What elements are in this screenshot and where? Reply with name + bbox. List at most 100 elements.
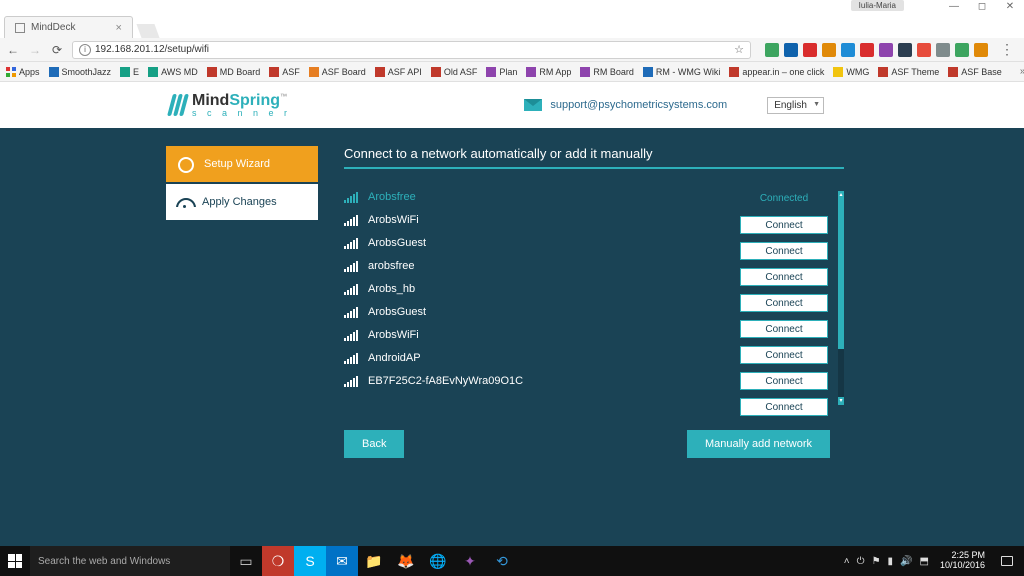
support-email-text: support@psychometricsystems.com: [550, 99, 727, 111]
nav-forward-button[interactable]: →: [28, 43, 42, 57]
taskbar-clock[interactable]: 2:25 PM 10/10/2016: [936, 551, 989, 571]
address-bar[interactable]: i 192.168.201.12/setup/wifi ☆: [72, 41, 751, 59]
bookmark-item[interactable]: Old ASF: [431, 67, 478, 77]
nav-back-button[interactable]: ←: [6, 43, 20, 57]
language-select[interactable]: English: [767, 97, 824, 114]
tray-icon[interactable]: ⬒: [920, 556, 929, 567]
window-close-button[interactable]: ✕: [996, 0, 1024, 14]
bookmark-item[interactable]: ASF Theme: [878, 67, 939, 77]
tab-close-icon[interactable]: ×: [115, 22, 121, 34]
back-button[interactable]: Back: [344, 430, 404, 458]
bookmark-item[interactable]: MD Board: [207, 67, 261, 77]
network-list: Arobsfree ArobsWiFi ArobsGuest arobsfree Aro…: [344, 191, 730, 416]
windows-logo-icon: [8, 554, 22, 568]
bookmark-apps[interactable]: Apps: [6, 67, 40, 77]
extension-icon[interactable]: [860, 43, 874, 57]
connect-button[interactable]: Connect: [740, 294, 828, 312]
connect-button[interactable]: Connect: [740, 242, 828, 260]
extension-icon[interactable]: [784, 43, 798, 57]
favicon-icon: [207, 67, 217, 77]
bookmark-item[interactable]: RM - WMG Wiki: [643, 67, 720, 77]
browser-tab[interactable]: MindDeck ×: [4, 16, 133, 38]
action-center-button[interactable]: [996, 546, 1018, 576]
tray-icon[interactable]: ⏻: [857, 556, 865, 567]
extension-icon[interactable]: [765, 43, 779, 57]
window-maximize-button[interactable]: ◻: [968, 0, 996, 14]
bookmark-item[interactable]: ASF: [269, 67, 300, 77]
task-view-button[interactable]: ▭: [230, 546, 262, 576]
extension-icon[interactable]: [917, 43, 931, 57]
connect-button[interactable]: Connect: [740, 346, 828, 364]
sidebar-item-label: Setup Wizard: [204, 158, 270, 170]
bookmark-item[interactable]: ASF Base: [948, 67, 1002, 77]
bookmark-item[interactable]: ASF Board: [309, 67, 366, 77]
network-row[interactable]: arobsfree: [344, 260, 730, 272]
taskbar-app-icon[interactable]: ❍: [262, 546, 294, 576]
extension-icon[interactable]: [955, 43, 969, 57]
network-row[interactable]: ArobsWiFi: [344, 329, 730, 341]
scroll-down-icon[interactable]: ▾: [838, 397, 844, 405]
support-email-link[interactable]: support@psychometricsystems.com: [524, 99, 727, 111]
bookmark-item[interactable]: Plan: [486, 67, 517, 77]
extension-icon[interactable]: [974, 43, 988, 57]
favicon-icon: [643, 67, 653, 77]
extension-icon[interactable]: [898, 43, 912, 57]
connect-button[interactable]: Connect: [740, 398, 828, 416]
bookmarks-overflow-button[interactable]: »: [1020, 66, 1024, 77]
taskbar-apps: ▭ ❍ S ✉ 📁 🦊 🌐 ✦ ⟲: [230, 546, 518, 576]
sidebar-item-apply-changes[interactable]: Apply Changes: [166, 184, 318, 220]
app-logo[interactable]: MindSpring™ s c a n n e r: [170, 93, 291, 118]
wizard-footer: Back Manually add network: [344, 430, 844, 458]
bookmark-item[interactable]: RM App: [526, 67, 571, 77]
bookmark-item[interactable]: AWS MD: [148, 67, 198, 77]
network-row[interactable]: Arobs_hb: [344, 283, 730, 295]
taskbar-search-input[interactable]: Search the web and Windows: [30, 546, 230, 576]
bookmark-item[interactable]: WMG: [833, 67, 869, 77]
bookmark-item[interactable]: RM Board: [580, 67, 634, 77]
bookmark-item[interactable]: appear.in – one click: [729, 67, 824, 77]
extension-icon[interactable]: [879, 43, 893, 57]
network-scrollbar[interactable]: ▴ ▾: [838, 191, 844, 405]
taskbar-app-icon[interactable]: ⟲: [486, 546, 518, 576]
bookmark-item[interactable]: SmoothJazz: [49, 67, 112, 77]
network-status-connected: Connected: [740, 191, 828, 207]
taskbar-app-icon[interactable]: ✦: [454, 546, 486, 576]
scroll-thumb[interactable]: [838, 199, 844, 349]
new-tab-button[interactable]: [136, 24, 159, 38]
taskbar-app-icon[interactable]: ✉: [326, 546, 358, 576]
start-button[interactable]: [0, 546, 30, 576]
manually-add-network-button[interactable]: Manually add network: [687, 430, 830, 458]
network-row[interactable]: Arobsfree: [344, 191, 730, 203]
connect-button[interactable]: Connect: [740, 268, 828, 286]
extension-icon[interactable]: [936, 43, 950, 57]
network-row[interactable]: AndroidAP: [344, 352, 730, 364]
bookmark-item[interactable]: ASF API: [375, 67, 422, 77]
network-row[interactable]: EB7F25C2-fA8EvNyWra09O1C: [344, 375, 730, 387]
taskbar-app-icon[interactable]: 📁: [358, 546, 390, 576]
taskbar-app-icon[interactable]: 🌐: [422, 546, 454, 576]
extension-icon[interactable]: [841, 43, 855, 57]
sidebar-item-setup-wizard[interactable]: Setup Wizard: [166, 146, 318, 182]
extension-icon[interactable]: [803, 43, 817, 57]
network-row[interactable]: ArobsGuest: [344, 306, 730, 318]
taskbar-app-icon[interactable]: S: [294, 546, 326, 576]
nav-reload-button[interactable]: ⟳: [50, 43, 64, 57]
tray-chevron-up-icon[interactable]: ˄: [844, 556, 850, 567]
bookmark-item[interactable]: E: [120, 67, 139, 77]
tray-network-icon[interactable]: ▮: [888, 556, 894, 567]
network-row[interactable]: ArobsGuest: [344, 237, 730, 249]
network-row[interactable]: ArobsWiFi: [344, 214, 730, 226]
connect-button[interactable]: Connect: [740, 372, 828, 390]
connect-button[interactable]: Connect: [740, 320, 828, 338]
browser-menu-button[interactable]: ⋮: [996, 41, 1018, 58]
connect-button[interactable]: Connect: [740, 216, 828, 234]
site-info-icon[interactable]: i: [79, 44, 91, 56]
bookmark-star-icon[interactable]: ☆: [734, 43, 744, 56]
favicon-icon: [580, 67, 590, 77]
extension-icon[interactable]: [822, 43, 836, 57]
taskbar-app-icon[interactable]: 🦊: [390, 546, 422, 576]
scroll-up-icon[interactable]: ▴: [838, 191, 844, 199]
tray-volume-icon[interactable]: 🔊: [900, 556, 912, 567]
window-minimize-button[interactable]: —: [940, 0, 968, 14]
tray-icon[interactable]: ⚑: [872, 556, 881, 567]
